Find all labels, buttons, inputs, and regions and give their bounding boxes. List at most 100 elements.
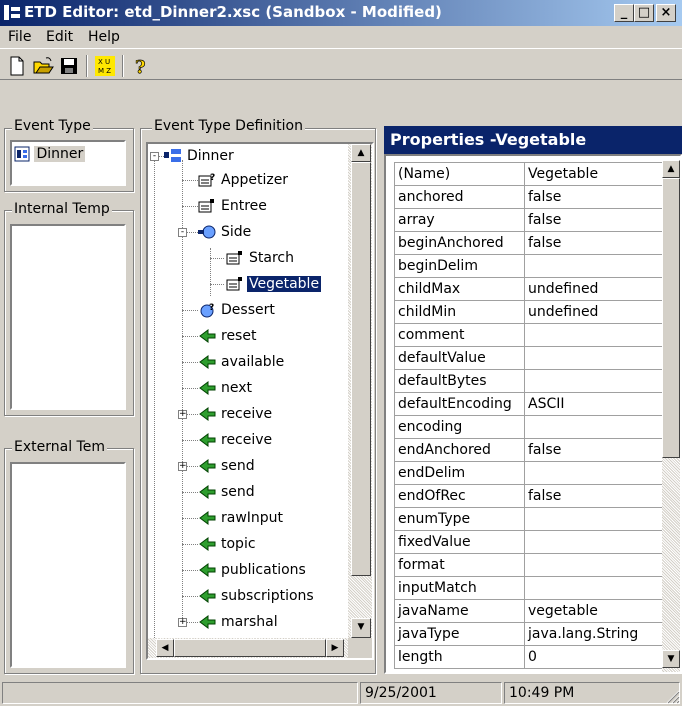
expand-toggle-receive[interactable]: + <box>178 410 187 419</box>
help-icon[interactable]: ? <box>130 55 152 77</box>
internal-templates-list[interactable] <box>10 224 126 410</box>
scroll-thumb[interactable] <box>351 162 371 576</box>
menu-help[interactable]: Help <box>84 28 124 46</box>
property-value[interactable]: vegetable <box>524 599 662 623</box>
tree-item-method[interactable]: available <box>198 351 286 373</box>
tree-item-method[interactable]: reset <box>198 325 258 347</box>
property-value[interactable] <box>524 254 662 278</box>
property-value[interactable] <box>524 346 662 370</box>
scroll-thumb[interactable] <box>662 178 680 458</box>
properties-scrollbar[interactable]: ▲ ▼ <box>662 160 680 672</box>
property-value[interactable] <box>524 461 662 485</box>
tree-horizontal-scrollbar[interactable]: ◀ ▶ <box>148 638 348 658</box>
property-value[interactable] <box>524 369 662 393</box>
event-type-list[interactable]: Dinner <box>10 140 126 186</box>
new-file-icon[interactable] <box>6 55 28 77</box>
xml-icon[interactable]: X U M Z <box>94 55 116 77</box>
property-value[interactable]: false <box>524 185 662 209</box>
property-row[interactable]: inputMatch <box>394 576 662 600</box>
event-type-item[interactable]: Dinner <box>14 146 86 162</box>
tree-item-method[interactable]: topic <box>198 533 258 555</box>
scroll-up-button[interactable]: ▲ <box>662 160 680 178</box>
maximize-button[interactable]: □ <box>634 4 654 22</box>
property-value[interactable]: false <box>524 208 662 232</box>
property-value[interactable]: undefined <box>524 277 662 301</box>
property-value[interactable]: 0 <box>524 645 662 669</box>
property-value[interactable] <box>524 507 662 531</box>
scroll-thumb[interactable] <box>174 639 326 657</box>
tree-item-method[interactable]: rawInput <box>198 507 285 529</box>
tree-item-method[interactable]: publications <box>198 559 308 581</box>
minimize-button[interactable]: _ <box>614 4 634 22</box>
tree-item-method[interactable]: receive <box>198 403 274 425</box>
property-row[interactable]: comment <box>394 323 662 347</box>
property-row[interactable]: javaName vegetable <box>394 599 662 623</box>
property-value[interactable]: false <box>524 484 662 508</box>
property-row[interactable]: defaultEncoding ASCII <box>394 392 662 416</box>
tree-item-appetizer[interactable]: ? Appetizer <box>198 169 290 191</box>
external-templates-list[interactable] <box>10 462 126 668</box>
scroll-right-button[interactable]: ▶ <box>326 639 344 657</box>
property-value[interactable]: undefined <box>524 300 662 324</box>
tree-item-method[interactable]: receive <box>198 429 274 451</box>
tree-item-dessert[interactable]: ? Dessert <box>198 299 277 321</box>
property-row[interactable]: defaultBytes <box>394 369 662 393</box>
property-row[interactable]: encoding <box>394 415 662 439</box>
property-row[interactable]: array false <box>394 208 662 232</box>
tree-vertical-scrollbar[interactable]: ▲ ▼ <box>348 144 372 638</box>
scroll-down-button[interactable]: ▼ <box>662 650 680 668</box>
title-bar[interactable]: ETD Editor: etd_Dinner2.xsc (Sandbox - M… <box>0 0 682 26</box>
property-value[interactable] <box>524 415 662 439</box>
property-row[interactable]: format <box>394 553 662 577</box>
property-row[interactable]: javaType java.lang.String <box>394 622 662 646</box>
tree-item-dinner[interactable]: Dinner <box>164 145 236 167</box>
open-folder-icon[interactable] <box>32 55 54 77</box>
property-value[interactable] <box>524 553 662 577</box>
tree-item-vegetable[interactable]: Vegetable <box>226 273 323 295</box>
tree-item-side[interactable]: Side <box>198 221 253 243</box>
scroll-up-button[interactable]: ▲ <box>351 144 371 162</box>
tree-item-method[interactable]: subscriptions <box>198 585 316 607</box>
definition-tree[interactable]: - - + + + Dinner ? Appetizer Entree Side … <box>146 142 374 660</box>
property-value[interactable]: false <box>524 231 662 255</box>
property-row[interactable]: anchored false <box>394 185 662 209</box>
property-value[interactable]: ASCII <box>524 392 662 416</box>
property-row[interactable]: endAnchored false <box>394 438 662 462</box>
property-value[interactable]: false <box>524 438 662 462</box>
expand-toggle-unmarshal[interactable]: + <box>178 618 187 627</box>
expand-toggle-send[interactable]: + <box>178 462 187 471</box>
scroll-left-button[interactable]: ◀ <box>156 639 174 657</box>
property-row[interactable]: childMin undefined <box>394 300 662 324</box>
property-row[interactable]: (Name) Vegetable <box>394 162 662 186</box>
property-value[interactable] <box>524 323 662 347</box>
property-value[interactable] <box>524 576 662 600</box>
tree-item-entree[interactable]: Entree <box>198 195 269 217</box>
collapse-toggle-side[interactable]: - <box>178 228 187 237</box>
resize-grip-icon[interactable] <box>664 688 680 704</box>
property-name: anchored <box>394 185 525 209</box>
tree-item-method[interactable]: marshal <box>198 611 280 633</box>
property-row[interactable]: enumType <box>394 507 662 531</box>
property-row[interactable]: endOfRec false <box>394 484 662 508</box>
menu-edit[interactable]: Edit <box>42 28 77 46</box>
collapse-toggle-dinner[interactable]: - <box>150 152 159 161</box>
property-value[interactable] <box>524 530 662 554</box>
property-row[interactable]: beginDelim <box>394 254 662 278</box>
close-button[interactable]: × <box>656 4 676 22</box>
property-value[interactable]: java.lang.String <box>524 622 662 646</box>
property-row[interactable]: childMax undefined <box>394 277 662 301</box>
save-icon[interactable] <box>58 55 80 77</box>
tree-item-method[interactable]: next <box>198 377 254 399</box>
scroll-down-button[interactable]: ▼ <box>351 618 371 638</box>
tree-item-starch[interactable]: Starch <box>226 247 296 269</box>
tree-item-method[interactable]: send <box>198 481 257 503</box>
tree-item-method[interactable]: send <box>198 455 257 477</box>
property-row[interactable]: defaultValue <box>394 346 662 370</box>
property-value[interactable]: Vegetable <box>524 162 662 186</box>
property-row[interactable]: fixedValue <box>394 530 662 554</box>
property-name: beginDelim <box>394 254 525 278</box>
menu-file[interactable]: File <box>4 28 35 46</box>
property-row[interactable]: beginAnchored false <box>394 231 662 255</box>
property-row[interactable]: endDelim <box>394 461 662 485</box>
property-row[interactable]: length 0 <box>394 645 662 669</box>
